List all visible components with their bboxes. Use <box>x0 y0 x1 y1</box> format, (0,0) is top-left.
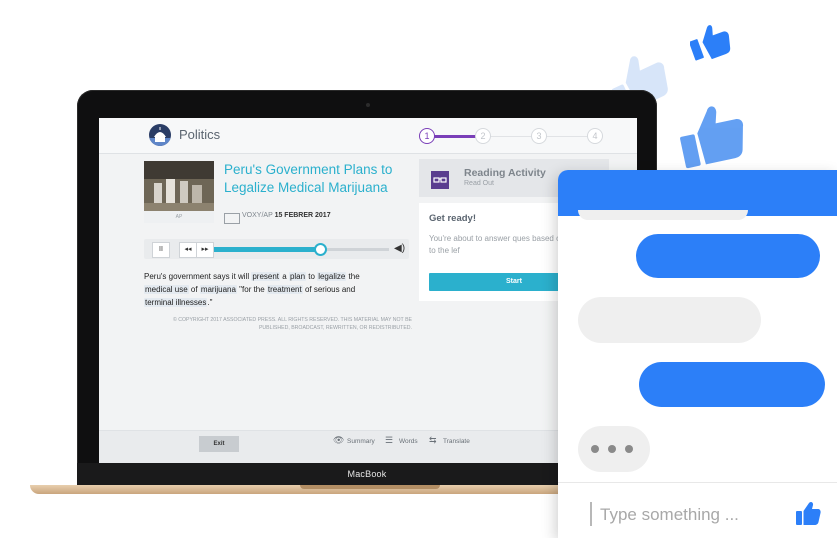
progress-line-complete <box>433 135 479 138</box>
body-text-segment: of <box>188 285 200 294</box>
article-date: 15 FEBRER 2017 <box>274 212 331 219</box>
byline: VOXY/AP 15 FEBRER 2017 <box>242 212 331 219</box>
audio-progress <box>214 247 319 252</box>
typing-dot <box>608 445 616 453</box>
laptop-notch <box>300 485 440 489</box>
section-title: Politics <box>179 127 221 142</box>
pause-button[interactable]: II <box>152 242 170 258</box>
words-link[interactable]: Words <box>399 438 418 445</box>
step-2[interactable]: 2 <box>475 128 491 144</box>
glasses-icon <box>431 171 449 189</box>
vocab-word[interactable]: treatment <box>266 285 303 294</box>
text-cursor <box>590 502 592 526</box>
capitol-icon <box>149 124 171 146</box>
vocab-word[interactable]: plan <box>288 272 307 281</box>
incoming-message-bubble <box>578 210 748 220</box>
typing-dot <box>625 445 633 453</box>
laptop-screen: Politics 1 2 3 4 AP Peru's Government Pl… <box>99 118 637 463</box>
body-text-segment: ." <box>207 298 213 307</box>
article-title[interactable]: Peru's Government Plans to Legalize Medi… <box>224 161 399 197</box>
forward-button[interactable]: ▸▸ <box>196 242 214 258</box>
activity-subtitle: Read Out <box>464 180 494 187</box>
step-1[interactable]: 1 <box>419 128 435 144</box>
article-image <box>144 161 214 211</box>
thumbs-up-icon[interactable] <box>795 500 821 526</box>
newspaper-icon <box>224 213 240 224</box>
copyright-notice: © COPYRIGHT 2017 ASSOCIATED PRESS. ALL R… <box>172 317 412 331</box>
activity-title: Reading Activity <box>464 167 546 179</box>
translate-link[interactable]: Translate <box>443 438 470 445</box>
incoming-message-bubble <box>578 297 761 343</box>
message-input[interactable] <box>600 502 770 528</box>
rewind-button[interactable]: ◂◂ <box>179 242 197 258</box>
brand-label: MacBook <box>347 469 387 479</box>
body-text-segment: to <box>306 272 318 281</box>
body-text-segment: of serious and <box>302 285 356 294</box>
outgoing-message-bubble <box>636 234 820 278</box>
image-caption: AP <box>144 211 214 223</box>
body-text-segment: Peru's government says it will <box>144 272 252 281</box>
vocab-word[interactable]: present <box>251 272 281 281</box>
vocab-word[interactable]: medical use <box>144 285 189 294</box>
body-text-segment: a <box>280 272 289 281</box>
ready-title: Get ready! <box>429 213 476 224</box>
app-footer <box>99 430 637 463</box>
vocab-word[interactable]: terminal illnesses <box>144 298 208 307</box>
outgoing-message-bubble <box>639 362 825 407</box>
typing-dot <box>591 445 599 453</box>
step-3[interactable]: 3 <box>531 128 547 144</box>
body-text-segment: the <box>346 272 360 281</box>
volume-icon[interactable]: ◀) <box>394 243 405 254</box>
thumbs-up-icon <box>680 106 744 169</box>
summary-link[interactable]: Summary <box>347 438 375 445</box>
eye-icon: 👁 <box>333 435 345 445</box>
audio-scrubber[interactable] <box>314 243 327 256</box>
thumbs-up-icon <box>690 25 731 61</box>
article-body: Peru's government says it will present a… <box>144 270 379 309</box>
translate-icon: ⇆ <box>429 435 437 445</box>
body-text-segment: "for the <box>236 285 267 294</box>
step-4[interactable]: 4 <box>587 128 603 144</box>
camera-dot <box>366 103 370 107</box>
vocab-word[interactable]: marijuana <box>199 285 237 294</box>
list-icon: ☰ <box>385 435 394 445</box>
vocab-word[interactable]: legalize <box>317 272 347 281</box>
article-source: VOXY/AP <box>242 212 273 219</box>
exit-button[interactable]: Exit <box>199 436 239 452</box>
